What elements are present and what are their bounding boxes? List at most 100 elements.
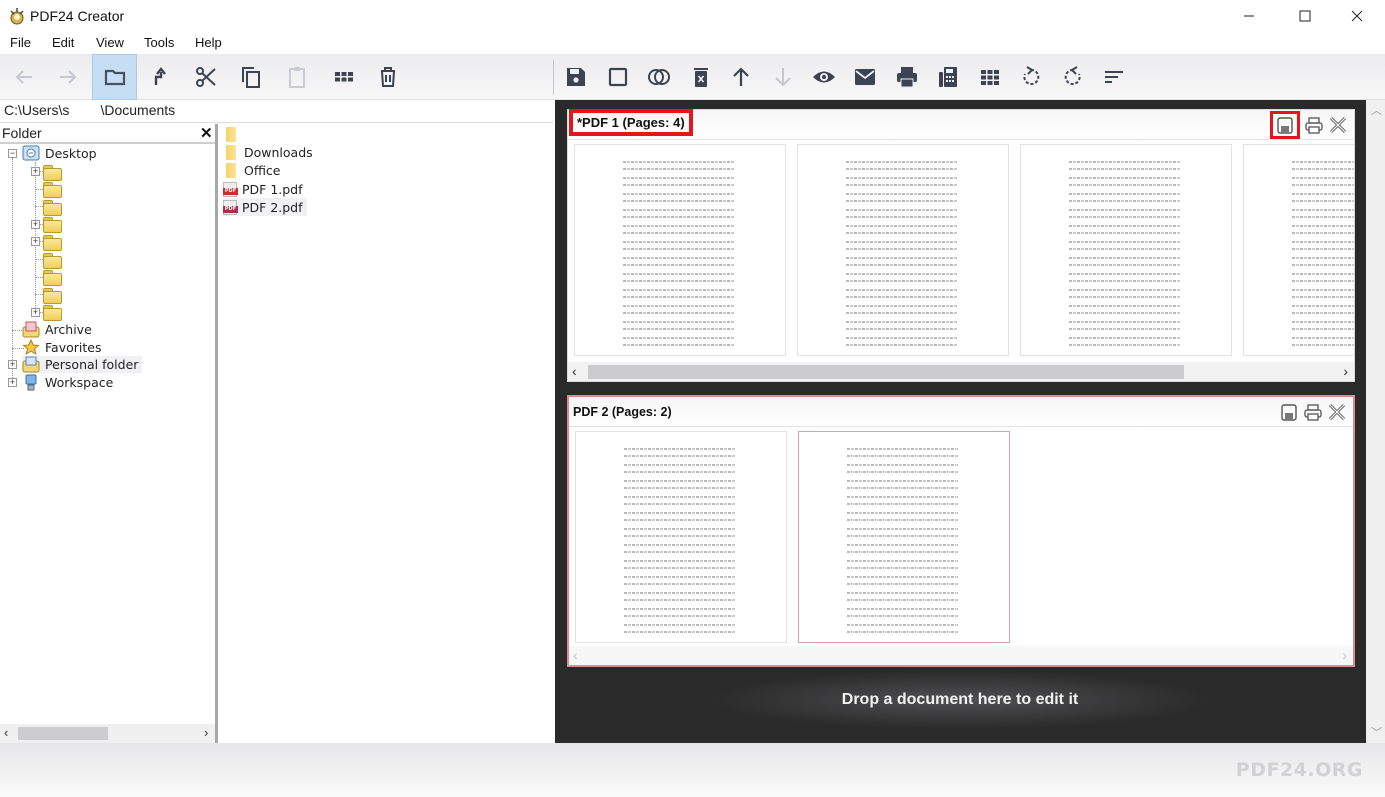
tree-item-workspace[interactable]: Workspace xyxy=(22,374,113,391)
tree-item-folder[interactable] xyxy=(43,269,66,287)
file-item-pdf2[interactable]: PDF PDF 2.pdf xyxy=(223,198,307,216)
tree-item-folder[interactable] xyxy=(43,304,66,322)
save-button[interactable] xyxy=(554,54,598,100)
delete-page-button[interactable] xyxy=(679,54,723,100)
tree-item-favorites[interactable]: Favorites xyxy=(22,339,101,356)
minimize-button[interactable] xyxy=(1226,0,1272,32)
editor-vertical-scrollbar[interactable]: ︿ ﹀ xyxy=(1366,100,1385,743)
fax-button[interactable] xyxy=(926,54,970,100)
folders-button[interactable] xyxy=(92,54,137,100)
page-thumbnail-1[interactable] xyxy=(574,144,786,356)
page-thumbnail-1[interactable] xyxy=(575,431,787,643)
maximize-button[interactable] xyxy=(1282,0,1328,32)
menu-file[interactable]: File xyxy=(10,35,31,50)
drop-zone[interactable]: Drop a document here to edit it xyxy=(705,670,1215,730)
select-all-button[interactable] xyxy=(596,54,640,100)
sort-button[interactable] xyxy=(1092,54,1136,100)
path-input[interactable]: C:\Users\s \Documents xyxy=(4,102,175,118)
folder-horizontal-scrollbar[interactable]: ‹ › xyxy=(0,724,215,743)
file-item-pdf1[interactable]: PDF PDF 1.pdf xyxy=(223,180,307,198)
back-button[interactable] xyxy=(2,54,46,100)
page-text-preview xyxy=(1292,161,1354,353)
scroll-right-icon[interactable]: › xyxy=(204,725,208,740)
close-window-button[interactable] xyxy=(1334,0,1380,32)
document-print-button[interactable] xyxy=(1304,115,1324,135)
scroll-right-icon[interactable]: › xyxy=(1343,363,1348,379)
close-icon xyxy=(1328,403,1346,421)
move-up-button[interactable] xyxy=(719,54,763,100)
page-thumbnail-2[interactable] xyxy=(797,144,1009,356)
tree-collapse-toggle[interactable]: − xyxy=(8,149,17,158)
personal-folder-icon xyxy=(22,356,40,373)
print-button[interactable] xyxy=(885,54,929,100)
file-item-downloads[interactable]: Downloads xyxy=(223,143,317,161)
paste-button[interactable] xyxy=(275,54,319,100)
copy-button[interactable] xyxy=(229,54,273,100)
menu-edit[interactable]: Edit xyxy=(52,35,74,50)
tree-item-archive[interactable]: Archive xyxy=(22,321,92,338)
cut-button[interactable] xyxy=(184,54,228,100)
folder-icon xyxy=(104,69,125,86)
scrollbar-thumb[interactable] xyxy=(18,727,108,740)
menu-help[interactable]: Help xyxy=(195,35,222,50)
document-close-button[interactable] xyxy=(1328,115,1348,135)
file-item-office[interactable]: Office xyxy=(223,161,285,179)
scroll-down-icon[interactable]: ﹀ xyxy=(1371,724,1382,740)
folder-icon xyxy=(43,217,62,234)
up-level-button[interactable] xyxy=(137,54,181,100)
tree-item-folder[interactable] xyxy=(43,216,66,234)
scroll-left-icon[interactable]: ‹ xyxy=(573,647,578,663)
scroll-left-icon[interactable]: ‹ xyxy=(4,725,8,740)
tree-expand-toggle[interactable]: + xyxy=(31,307,40,317)
printer-icon xyxy=(897,67,917,88)
tree-item-folder[interactable] xyxy=(43,233,66,251)
move-down-button[interactable] xyxy=(761,54,805,100)
trash-x-icon xyxy=(694,68,708,87)
page-thumbnail-2[interactable] xyxy=(798,431,1010,643)
archive-icon xyxy=(22,321,40,338)
scroll-left-icon[interactable]: ‹ xyxy=(572,363,577,379)
tree-item-folder[interactable] xyxy=(43,198,66,216)
rotate-right-button[interactable] xyxy=(1051,54,1095,100)
document-close-button[interactable] xyxy=(1327,402,1347,422)
menu-tools[interactable]: Tools xyxy=(144,35,174,50)
tree-item-folder[interactable] xyxy=(43,181,66,199)
document-print-button[interactable] xyxy=(1303,402,1323,422)
delete-button[interactable] xyxy=(366,54,410,100)
document-horizontal-scrollbar[interactable]: ‹ › xyxy=(568,362,1354,381)
folder-panel-close-button[interactable]: ✕ xyxy=(200,124,213,142)
tree-expand-toggle[interactable]: + xyxy=(8,378,17,387)
file-item-folder[interactable] xyxy=(223,125,248,143)
menu-view[interactable]: View xyxy=(96,35,124,50)
view-mode-button[interactable] xyxy=(322,54,366,100)
tree-expand-toggle[interactable]: + xyxy=(31,219,40,229)
tree-expand-toggle[interactable]: + xyxy=(31,237,40,247)
tree-item-folder[interactable] xyxy=(43,251,66,269)
document-horizontal-scrollbar[interactable]: ‹ › xyxy=(569,646,1353,665)
email-button[interactable] xyxy=(843,54,887,100)
tree-item-folder[interactable] xyxy=(43,163,66,181)
tree-item-personal-folder[interactable]: Personal folder xyxy=(22,356,143,373)
tree-expand-toggle[interactable]: + xyxy=(8,360,17,369)
forward-button[interactable] xyxy=(46,54,90,100)
document-save-button[interactable] xyxy=(1279,402,1299,422)
folder-icon xyxy=(226,126,236,142)
sort-lines-icon xyxy=(1105,71,1123,83)
page-thumbnail-4[interactable] xyxy=(1243,144,1354,356)
scroll-right-icon[interactable]: › xyxy=(1342,647,1347,663)
scrollbar-thumb[interactable] xyxy=(588,365,1184,379)
document-panel-pdf2[interactable]: PDF 2 (Pages: 2) ‹ › xyxy=(567,395,1355,667)
tree-expand-toggle[interactable]: + xyxy=(31,167,40,176)
folder-icon xyxy=(43,199,62,216)
document-save-button[interactable] xyxy=(1270,111,1300,139)
scroll-up-icon[interactable]: ︿ xyxy=(1371,102,1382,118)
page-thumbnail-3[interactable] xyxy=(1020,144,1232,356)
layout-button[interactable] xyxy=(968,54,1012,100)
preview-button[interactable] xyxy=(802,54,846,100)
tree-item-folder[interactable] xyxy=(43,286,66,304)
rotate-left-button[interactable] xyxy=(1009,54,1053,100)
merge-button[interactable] xyxy=(637,54,681,100)
arrow-left-icon xyxy=(15,70,32,84)
document-panel-pdf1[interactable]: *PDF 1 (Pages: 4) ‹ › xyxy=(567,109,1355,382)
tree-item-desktop[interactable]: Desktop xyxy=(22,145,97,162)
